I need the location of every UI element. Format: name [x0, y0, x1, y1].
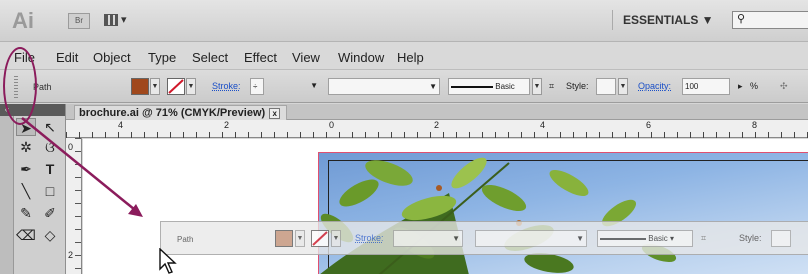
- mouse-cursor-icon: [159, 248, 177, 274]
- annotation-arrow: [21, 117, 143, 217]
